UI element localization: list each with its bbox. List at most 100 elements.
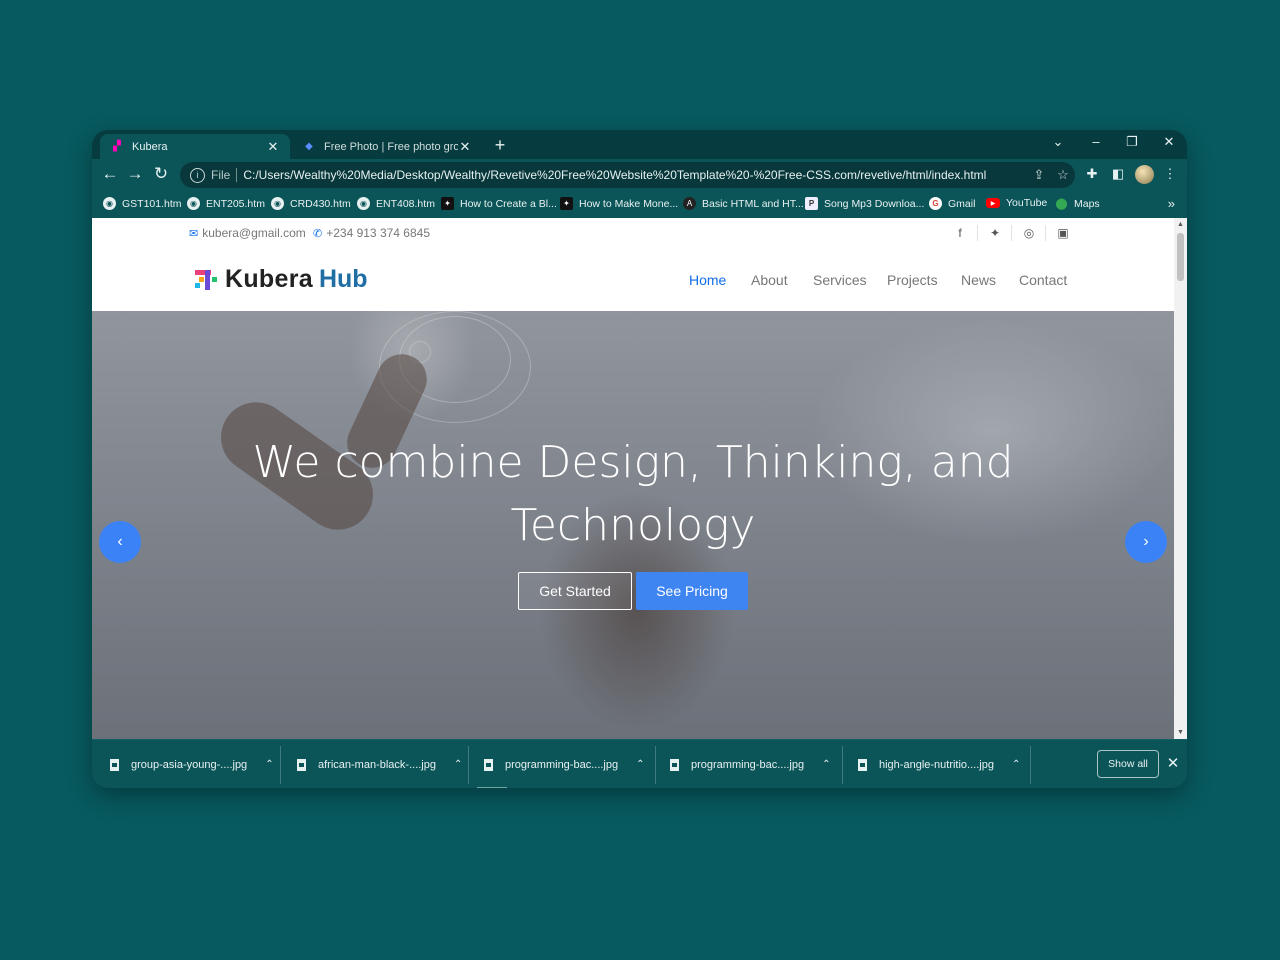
bookmarks-bar: ◉ GST101.htm ◉ ENT205.htm ◉ CRD430.htm ◉ ENT…: [92, 191, 1187, 219]
twitter-icon[interactable]: ✦: [977, 225, 1012, 241]
download-item[interactable]: african-man-black-....jpg ⌃: [281, 740, 469, 788]
download-item[interactable]: high-angle-nutritio....jpg ⌃: [843, 740, 1031, 788]
hero-headline: We combine Design, Thinking, and Technol…: [92, 431, 1174, 557]
carousel-prev-button[interactable]: ‹: [99, 521, 141, 563]
bookmark-label: YouTube: [1006, 197, 1048, 209]
site-topbar: ✉ kubera@gmail.com ✆ +234 913 374 6845 f…: [92, 218, 1174, 249]
side-panel-icon[interactable]: ◧: [1108, 166, 1128, 182]
chevron-up-icon[interactable]: ⌃: [1012, 759, 1020, 770]
globe-icon: ◉: [187, 197, 200, 210]
close-downloads-icon[interactable]: ✕: [1165, 754, 1181, 772]
chevron-up-icon[interactable]: ⌃: [636, 759, 644, 770]
globe-icon: ◉: [103, 197, 116, 210]
bookmark-item[interactable]: A Basic HTML and HT...: [683, 197, 804, 210]
bookmark-item[interactable]: ✦ How to Create a Bl...: [441, 197, 557, 210]
bookmark-label: How to Make Mone...: [579, 197, 679, 210]
logo-mark-icon: [195, 268, 219, 292]
back-icon[interactable]: ←: [99, 164, 121, 184]
download-filename: african-man-black-....jpg: [318, 758, 436, 771]
tab-free-photo[interactable]: ◆ Free Photo | Free photo group of ✕: [292, 134, 482, 159]
downloads-bar: group-asia-young-....jpg ⌃ african-man-b…: [92, 739, 1187, 788]
bookmark-item[interactable]: ✦ How to Make Mone...: [560, 197, 678, 210]
restore-icon[interactable]: ❐: [1122, 134, 1142, 150]
bookmark-label: Gmail: [948, 197, 976, 210]
close-window-icon[interactable]: ✕: [1159, 134, 1179, 150]
minimize-icon[interactable]: –: [1086, 134, 1106, 149]
file-icon: [297, 758, 306, 771]
new-tab-button[interactable]: +: [490, 135, 510, 156]
bookmark-label: CRD430.htm: [290, 197, 351, 210]
nav-about[interactable]: About: [751, 272, 788, 288]
vertical-scrollbar[interactable]: ▲ ▼: [1174, 218, 1187, 739]
browser-window: ▞ Kubera ✕ ◆ Free Photo | Free photo gro…: [92, 130, 1187, 788]
bookmark-item[interactable]: P Song Mp3 Downloa...: [805, 197, 924, 210]
chevron-up-icon[interactable]: ⌃: [822, 759, 830, 770]
scroll-down-icon[interactable]: ▼: [1174, 729, 1187, 736]
close-tab-icon[interactable]: ✕: [458, 139, 472, 155]
download-progress-indicator: [477, 787, 507, 788]
chevron-up-icon[interactable]: ⌃: [265, 759, 273, 770]
url-text[interactable]: C:/Users/Wealthy%20Media/Desktop/Wealthy…: [243, 168, 1027, 182]
info-icon[interactable]: i: [190, 167, 205, 183]
bookmark-item[interactable]: ▶ YouTube: [986, 197, 1047, 209]
forward-icon[interactable]: →: [124, 164, 146, 184]
nav-news[interactable]: News: [961, 272, 996, 288]
music-icon: P: [805, 197, 818, 210]
reload-icon[interactable]: ↻: [150, 164, 172, 184]
get-started-button[interactable]: Get Started: [518, 572, 632, 610]
instagram-icon[interactable]: ◎: [1011, 225, 1046, 241]
phone-icon: ✆: [313, 227, 323, 240]
bookmark-label: ENT205.htm: [206, 197, 265, 210]
carousel-next-button[interactable]: ›: [1125, 521, 1167, 563]
address-bar[interactable]: i File C:/Users/Wealthy%20Media/Desktop/…: [180, 162, 1075, 188]
share-icon[interactable]: ⇪: [1027, 167, 1051, 183]
download-filename: programming-bac....jpg: [691, 758, 805, 771]
chevron-up-icon[interactable]: ⌃: [454, 759, 462, 770]
extensions-icon[interactable]: ✚: [1082, 166, 1102, 182]
youtube-icon: ▶: [986, 198, 1000, 208]
file-icon: [484, 758, 493, 771]
linkedin-icon[interactable]: ▣: [1045, 225, 1080, 241]
more-bookmarks-icon[interactable]: »: [1168, 196, 1175, 211]
scroll-up-icon[interactable]: ▲: [1174, 221, 1187, 228]
nav-home[interactable]: Home: [689, 272, 726, 288]
logo-word-kubera: Kubera: [225, 265, 313, 293]
download-item[interactable]: group-asia-young-....jpg ⌃: [92, 740, 281, 788]
tab-kubera[interactable]: ▞ Kubera ✕: [100, 134, 290, 159]
star-icon[interactable]: ☆: [1051, 167, 1075, 183]
bookmark-item[interactable]: ⬤ Maps: [1055, 197, 1100, 211]
bookmark-item[interactable]: ◉ ENT408.htm: [357, 197, 435, 210]
bookmark-item[interactable]: ◉ ENT205.htm: [187, 197, 265, 210]
file-icon: [858, 758, 867, 771]
contact-phone[interactable]: ✆ +234 913 374 6845: [313, 226, 430, 240]
kubera-favicon-icon: ▞: [113, 141, 121, 152]
download-filename: high-angle-nutritio....jpg: [879, 758, 994, 771]
logo-word-hub: Hub: [318, 265, 368, 293]
facebook-icon[interactable]: f: [943, 225, 977, 241]
download-item[interactable]: programming-bac....jpg ⌃: [656, 740, 843, 788]
nav-projects[interactable]: Projects: [887, 272, 938, 288]
download-item[interactable]: programming-bac....jpg ⌃: [469, 740, 656, 788]
scrollbar-thumb[interactable]: [1177, 233, 1184, 281]
bookmark-item[interactable]: ◉ CRD430.htm: [271, 197, 351, 210]
chevron-down-icon[interactable]: ⌄: [1048, 134, 1068, 150]
menu-icon[interactable]: ⋮: [1160, 166, 1180, 182]
bookmark-item[interactable]: ◉ GST101.htm: [103, 197, 182, 210]
bookmark-label: Maps: [1074, 197, 1100, 210]
file-icon: [670, 758, 679, 771]
bookmark-label: GST101.htm: [122, 197, 182, 210]
site-icon: ✦: [560, 197, 573, 210]
close-tab-icon[interactable]: ✕: [266, 139, 280, 155]
nav-services[interactable]: Services: [813, 272, 867, 288]
see-pricing-button[interactable]: See Pricing: [636, 572, 748, 610]
bookmark-item[interactable]: G Gmail: [929, 197, 975, 210]
site-logo[interactable]: Kubera Hub: [195, 265, 368, 294]
show-all-button[interactable]: Show all: [1097, 750, 1159, 778]
nav-contact[interactable]: Contact: [1019, 272, 1067, 288]
avatar[interactable]: [1135, 165, 1154, 184]
freepik-favicon-icon: ◆: [305, 141, 313, 152]
contact-email[interactable]: ✉ kubera@gmail.com: [189, 226, 306, 240]
phone-text: +234 913 374 6845: [326, 226, 430, 240]
file-icon: [110, 758, 119, 771]
download-filename: programming-bac....jpg: [505, 758, 619, 771]
